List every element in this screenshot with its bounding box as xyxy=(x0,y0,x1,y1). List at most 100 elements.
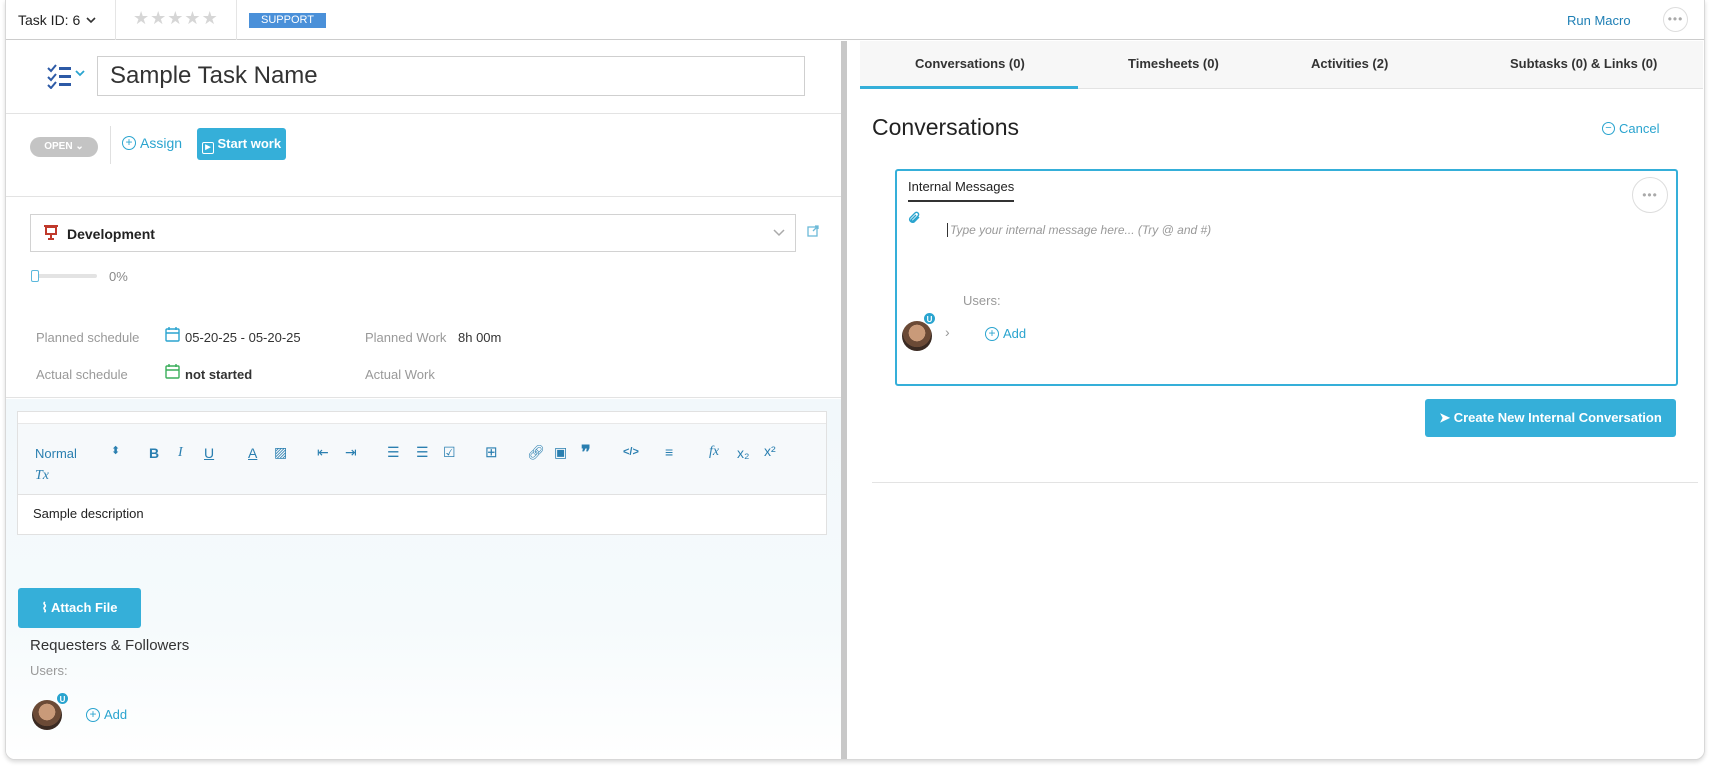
star-icon[interactable]: ★ xyxy=(184,9,200,27)
underline-icon[interactable]: U xyxy=(204,445,214,461)
requesters-users-label: Users: xyxy=(30,663,68,678)
avatar[interactable] xyxy=(902,321,932,351)
create-conversation-button[interactable]: ➤ Create New Internal Conversation xyxy=(1425,399,1676,437)
outdent-icon[interactable]: ⇤ xyxy=(317,444,329,461)
planned-schedule-value[interactable]: 05-20-25 - 05-20-25 xyxy=(185,330,301,345)
indent-icon[interactable]: ⇥ xyxy=(345,444,357,461)
formula-icon[interactable]: fx xyxy=(709,444,719,460)
subscript-icon[interactable]: x₂ xyxy=(737,445,749,461)
align-icon[interactable]: ≡ xyxy=(665,444,673,460)
planned-work-value[interactable]: 8h 00m xyxy=(458,330,501,345)
chevron-down-icon xyxy=(773,225,785,240)
checklist-icon xyxy=(47,64,85,90)
presentation-board-icon xyxy=(43,224,59,245)
code-icon[interactable]: </> xyxy=(623,446,639,458)
support-badge[interactable]: SUPPORT xyxy=(249,13,326,28)
select-arrows-icon[interactable]: ⬍ xyxy=(111,444,120,457)
calendar-icon xyxy=(165,327,180,345)
add-label: Add xyxy=(104,707,128,722)
star-icon[interactable]: ★ xyxy=(202,9,218,27)
font-color-icon[interactable]: A xyxy=(248,445,257,461)
divider xyxy=(872,482,1698,483)
conversations-panel: Conversations (0) Timesheets (0) Activit… xyxy=(847,41,1704,759)
add-user-button[interactable]: + Add xyxy=(985,326,1026,341)
tab-internal-messages[interactable]: Internal Messages xyxy=(908,179,1015,202)
star-icon[interactable]: ★ xyxy=(150,9,166,27)
cancel-button[interactable]: − Cancel xyxy=(1602,121,1659,136)
title-row: Sample Task Name xyxy=(6,41,841,114)
tab-bar: Conversations (0) Timesheets (0) Activit… xyxy=(860,41,1703,89)
star-icon[interactable]: ★ xyxy=(167,9,183,27)
plus-circle-icon: + xyxy=(985,326,999,341)
play-icon: ▶ xyxy=(201,142,214,154)
quote-icon[interactable]: ❞ xyxy=(581,442,591,463)
chevron-down-icon: ⌄ xyxy=(75,141,84,152)
action-row: OPEN ⌄ + Assign ▶ Start work xyxy=(6,115,841,197)
table-icon[interactable]: ⊞ xyxy=(485,443,498,461)
assign-label: Assign xyxy=(140,135,183,151)
add-label: Add xyxy=(1003,326,1027,341)
clear-format-icon[interactable]: Tx xyxy=(35,468,49,484)
requesters-title: Requesters & Followers xyxy=(30,637,190,654)
progress-slider[interactable] xyxy=(31,270,97,282)
ordered-list-icon[interactable]: ☰ xyxy=(387,444,400,461)
planned-schedule-label: Planned schedule xyxy=(36,330,140,345)
image-icon[interactable]: ▣ xyxy=(554,444,567,461)
actual-schedule-label: Actual schedule xyxy=(36,367,128,382)
ellipsis-icon[interactable]: ••• xyxy=(1663,7,1688,32)
internal-message-composer: Internal Messages ••• Type your internal… xyxy=(895,169,1678,386)
divider xyxy=(115,0,116,40)
background-color-icon[interactable]: ▨ xyxy=(274,444,287,461)
chevron-right-icon[interactable]: › xyxy=(945,324,950,340)
editor-toolbar: Normal ⬍ B I U A ▨ ⇤ ⇥ ☰ ☰ ☑ ⊞ 🔗︎ ▣ ❞ </… xyxy=(18,423,826,495)
avatar[interactable] xyxy=(32,700,62,730)
add-follower-button[interactable]: + Add xyxy=(86,707,127,722)
description-section: Normal ⬍ B I U A ▨ ⇤ ⇥ ☰ ☰ ☑ ⊞ 🔗︎ ▣ ❞ </… xyxy=(6,399,841,759)
divider xyxy=(110,126,111,164)
active-tab-indicator xyxy=(860,86,1078,89)
top-bar: Task ID: 6 ★ ★ ★ ★ ★ SUPPORT Run Macro •… xyxy=(6,0,1704,40)
run-macro-link[interactable]: Run Macro xyxy=(1567,13,1631,28)
tab-timesheets[interactable]: Timesheets (0) xyxy=(1128,56,1219,71)
calendar-check-icon xyxy=(165,364,180,382)
task-id-dropdown[interactable]: Task ID: 6 xyxy=(18,12,96,28)
status-dropdown[interactable]: OPEN ⌄ xyxy=(30,137,98,157)
tab-subtasks-links[interactable]: Subtasks (0) & Links (0) xyxy=(1510,56,1657,71)
paperclip-icon[interactable] xyxy=(908,211,922,228)
progress-handle[interactable] xyxy=(31,270,39,282)
minus-circle-icon: − xyxy=(1602,122,1615,135)
tab-conversations[interactable]: Conversations (0) xyxy=(915,56,1025,71)
task-details: Development 0% Planned schedule 05-20-25… xyxy=(6,198,841,398)
rich-text-editor: Normal ⬍ B I U A ▨ ⇤ ⇥ ☰ ☰ ☑ ⊞ 🔗︎ ▣ ❞ </… xyxy=(17,411,827,535)
message-input[interactable]: Type your internal message here... (Try … xyxy=(947,223,1211,237)
task-title-input[interactable]: Sample Task Name xyxy=(97,56,805,96)
editor-content[interactable]: Sample description xyxy=(33,506,144,521)
create-conversation-label: Create New Internal Conversation xyxy=(1453,410,1662,425)
progress-value: 0% xyxy=(109,269,128,284)
project-select[interactable]: Development xyxy=(30,214,796,252)
italic-icon[interactable]: I xyxy=(178,445,183,461)
bold-icon[interactable]: B xyxy=(149,445,159,461)
bullet-list-icon[interactable]: ☰ xyxy=(416,444,429,461)
tab-activities[interactable]: Activities (2) xyxy=(1311,56,1388,71)
conversations-title: Conversations xyxy=(872,114,1020,140)
users-label: Users: xyxy=(963,293,1001,308)
superscript-icon[interactable]: x² xyxy=(764,443,776,459)
start-work-button[interactable]: ▶ Start work xyxy=(197,128,286,160)
external-link-icon[interactable] xyxy=(807,225,819,240)
link-icon[interactable]: 🔗︎ xyxy=(527,444,545,461)
actual-work-label: Actual Work xyxy=(365,367,435,382)
format-select[interactable]: Normal xyxy=(35,446,77,461)
star-icon[interactable]: ★ xyxy=(133,9,149,27)
task-type-dropdown[interactable] xyxy=(46,63,86,95)
rating-stars[interactable]: ★ ★ ★ ★ ★ xyxy=(133,9,218,27)
cancel-label: Cancel xyxy=(1619,121,1660,136)
task-window: Task ID: 6 ★ ★ ★ ★ ★ SUPPORT Run Macro •… xyxy=(5,0,1705,760)
ellipsis-icon[interactable]: ••• xyxy=(1632,177,1668,213)
planned-work-label: Planned Work xyxy=(365,330,447,345)
assign-button[interactable]: + Assign xyxy=(122,135,182,151)
check-list-icon[interactable]: ☑ xyxy=(443,444,456,461)
plus-circle-icon: + xyxy=(86,707,100,722)
attach-file-button[interactable]: ⌇ Attach File xyxy=(18,588,141,628)
start-work-label: Start work xyxy=(217,136,282,151)
